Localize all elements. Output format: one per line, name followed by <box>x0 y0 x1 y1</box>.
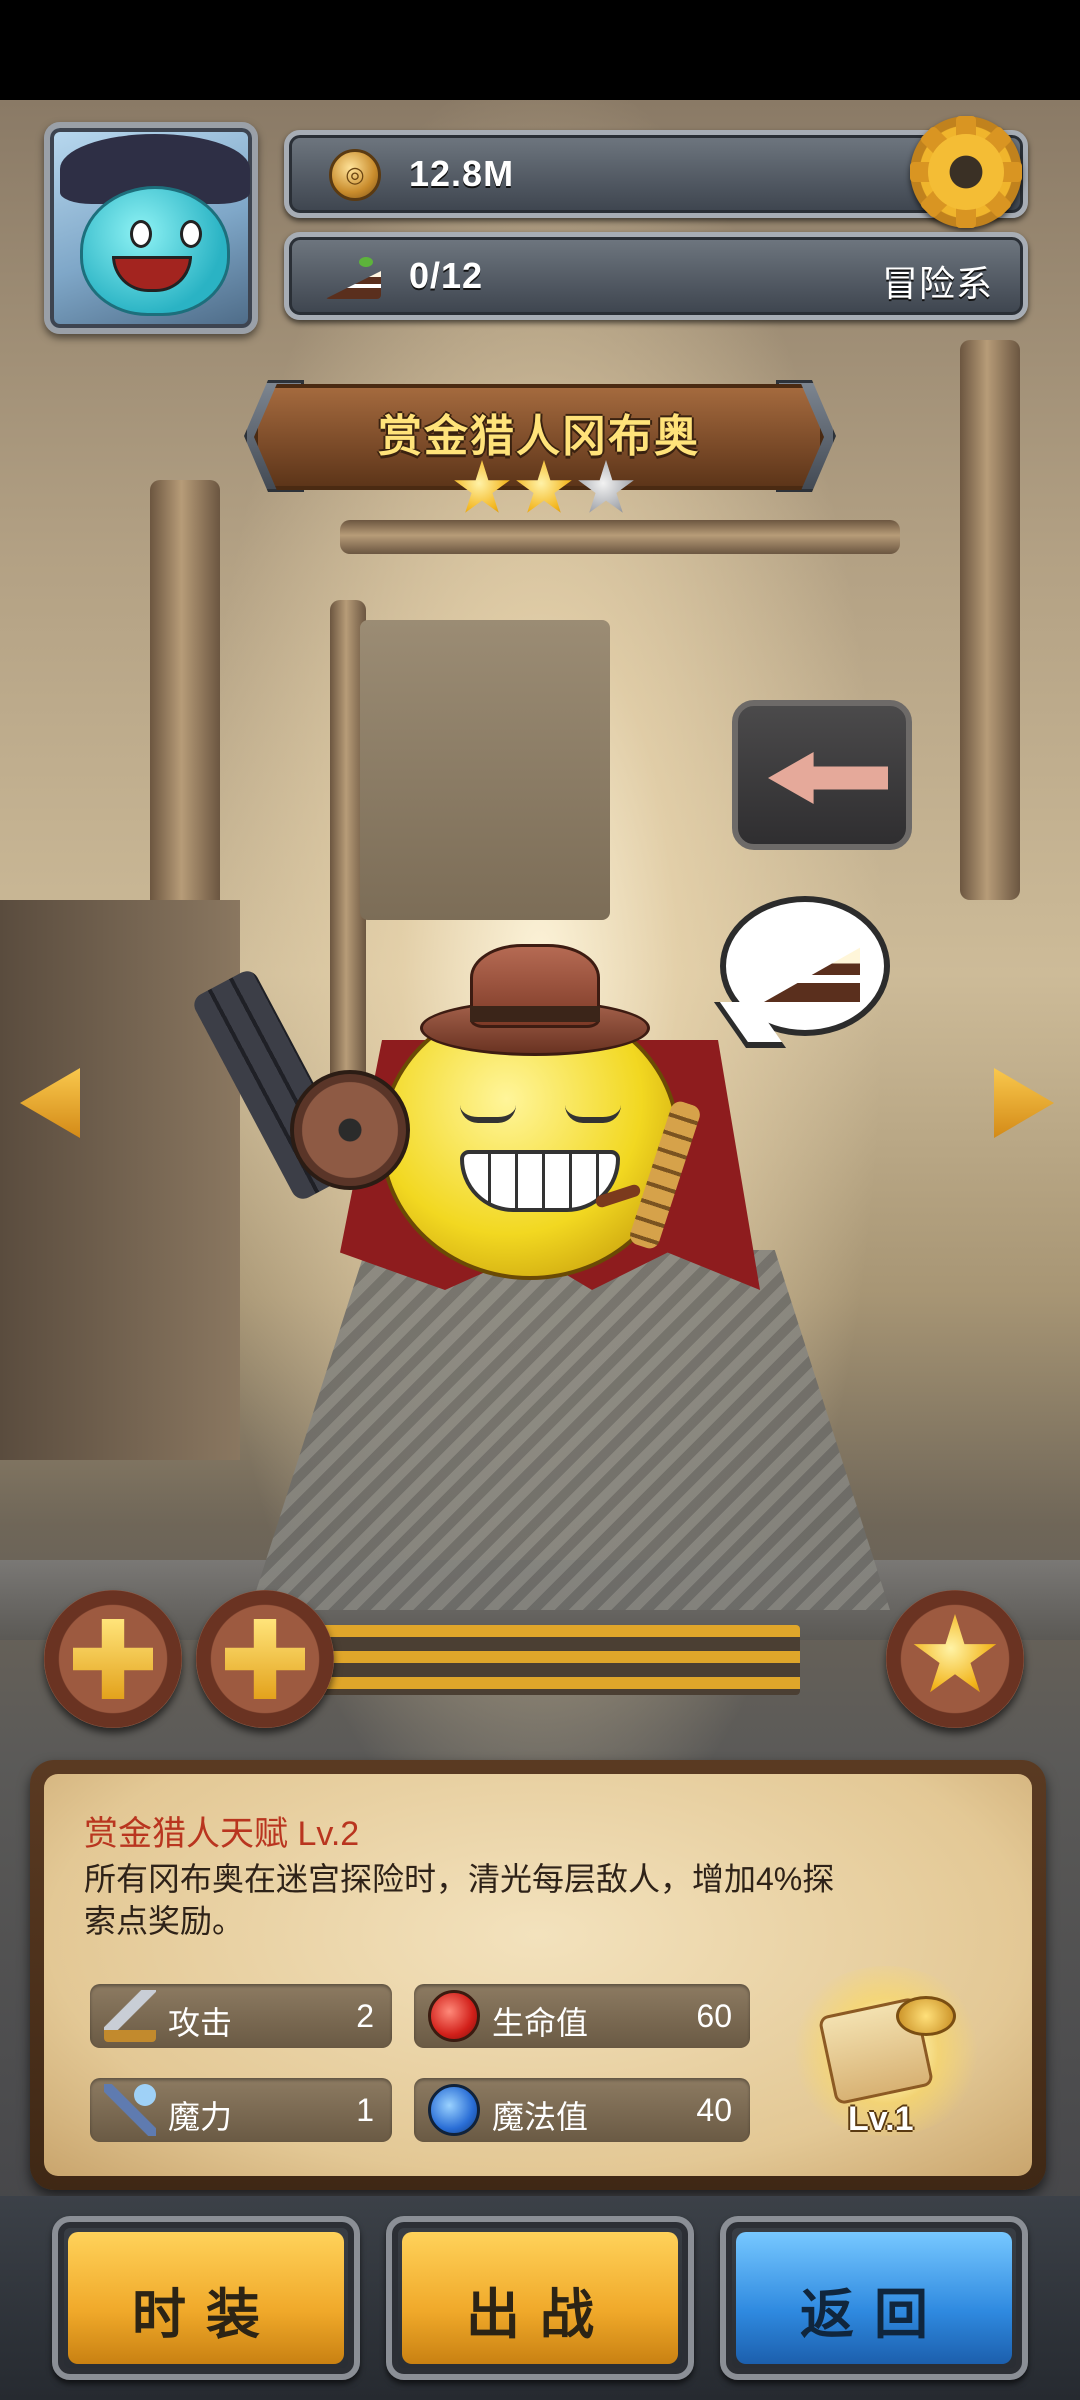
stat-label: 生命值 <box>492 2005 589 2041</box>
stat-attack: 攻击 2 <box>90 1984 392 2048</box>
stat-mp: 魔法值 40 <box>414 2078 750 2142</box>
cake-leaf <box>359 257 373 267</box>
plus-icon <box>73 1619 153 1699</box>
gear-icon <box>928 134 1004 210</box>
star-upgrade-button[interactable] <box>886 1590 1024 1728</box>
coin-icon: ◎ <box>329 149 381 201</box>
cake-count: 0/12 <box>409 255 484 296</box>
wand-icon <box>104 2084 156 2136</box>
stat-value: 60 <box>696 1998 732 2034</box>
costume-button[interactable]: 时装 <box>52 2216 360 2380</box>
star-icon <box>913 1614 997 1693</box>
background-machine <box>360 620 610 920</box>
hero-name: 赏金猎人冈布奥 <box>378 412 700 461</box>
treasure-coins-icon <box>896 1996 956 2036</box>
back-button-label: 返回 <box>800 2285 948 2345</box>
hero-character[interactable] <box>190 940 810 1300</box>
add-button-2[interactable] <box>196 1590 334 1728</box>
stat-magic: 魔力 1 <box>90 2078 392 2142</box>
cake-icon <box>764 947 860 1002</box>
hero-category: 冒险系 <box>881 263 993 304</box>
sword-icon <box>104 1990 156 2042</box>
background-walkway <box>250 1250 890 1610</box>
background-wall <box>0 900 240 1460</box>
costume-button-label: 时装 <box>132 2285 280 2345</box>
blue-potion-icon <box>428 2084 480 2136</box>
avatar-character <box>80 186 230 316</box>
stat-value: 1 <box>356 2092 374 2128</box>
stat-value: 40 <box>696 2092 732 2128</box>
stat-value: 2 <box>356 1998 374 2034</box>
stat-label: 魔法值 <box>492 2099 589 2135</box>
star-icon <box>454 460 510 513</box>
treasure-level: Lv.1 <box>848 2100 914 2138</box>
avatar-eye <box>130 220 152 248</box>
plus-icon <box>225 1619 305 1699</box>
arrow-left-icon <box>768 752 888 804</box>
star-icon <box>578 460 634 513</box>
add-button-1[interactable] <box>44 1590 182 1728</box>
background-pipe <box>340 520 900 554</box>
stat-label: 魔力 <box>168 2099 233 2135</box>
stat-label: 攻击 <box>168 2005 233 2041</box>
arrow-sign <box>732 700 912 850</box>
battle-button-label: 出战 <box>466 2285 614 2345</box>
battle-button[interactable]: 出战 <box>386 2216 694 2380</box>
hero-star-rating <box>444 460 644 524</box>
stat-hp: 生命值 60 <box>414 1984 750 2048</box>
talent-description: 所有冈布奥在迷宫探险时，清光每层敌人，增加4%探索点奖励。 <box>84 1861 835 1939</box>
back-button[interactable]: 返回 <box>720 2216 1028 2380</box>
settings-button[interactable] <box>910 116 1022 228</box>
star-icon <box>516 460 572 513</box>
avatar-eye <box>180 220 202 248</box>
cake-speech-bubble[interactable] <box>720 896 890 1036</box>
cake-bar: 0/12 冒险系 <box>284 232 1028 320</box>
coin-amount: 12.8M <box>409 153 515 194</box>
hero-gun <box>290 1070 410 1190</box>
cake-slice <box>325 271 381 299</box>
hero-hat-band <box>470 1006 600 1022</box>
background-pipe <box>960 340 1020 900</box>
cake-icon <box>325 251 383 303</box>
red-potion-icon <box>428 1990 480 2042</box>
background-hazard-stripes <box>300 1625 800 1695</box>
talent-title: 赏金猎人天赋 Lv.2 <box>84 1815 360 1853</box>
player-avatar[interactable] <box>44 122 258 334</box>
